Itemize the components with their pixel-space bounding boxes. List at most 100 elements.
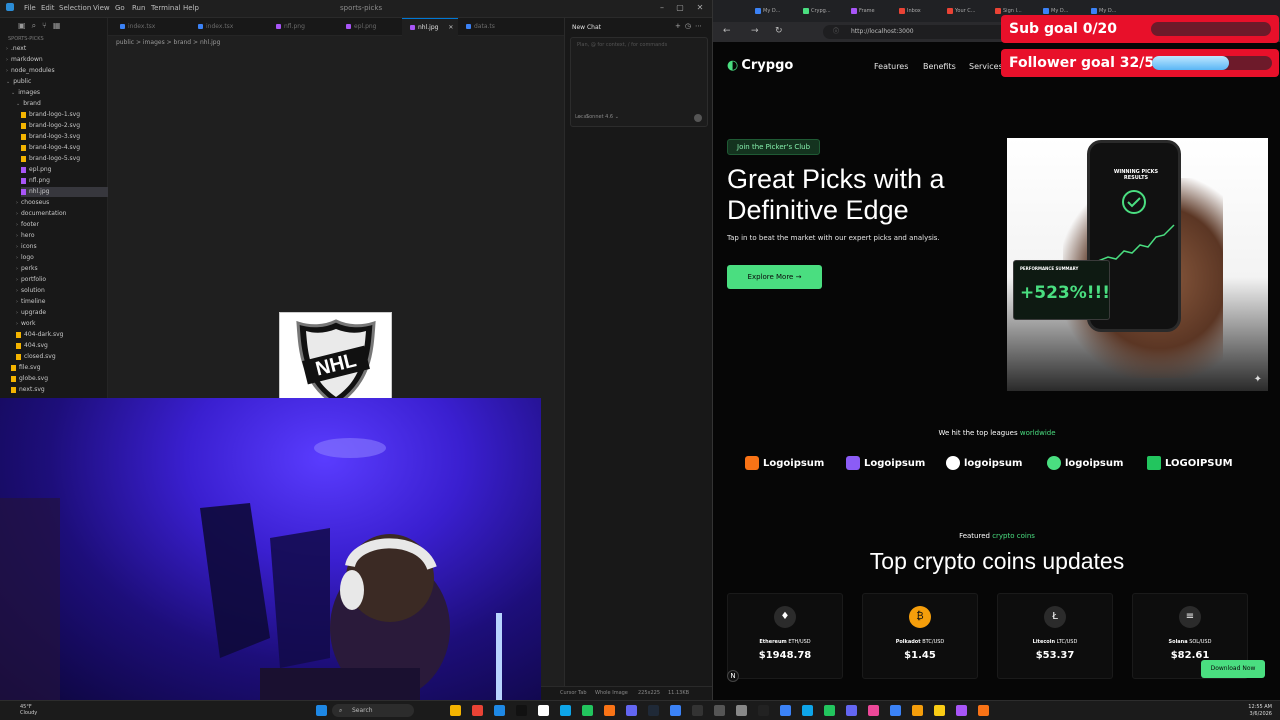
vlc-icon[interactable] (978, 705, 989, 716)
tree-file[interactable]: nhl.jpg (21, 187, 108, 197)
site-logo[interactable]: ◐ Crypgo (727, 58, 793, 73)
menu-help[interactable]: Help (183, 4, 199, 12)
cursor-icon[interactable] (516, 705, 527, 716)
maximize-icon[interactable]: ▢ (674, 3, 686, 14)
tree-file[interactable]: next.svg (11, 385, 108, 395)
tree-file[interactable]: nfl.png (21, 176, 108, 186)
tree-file[interactable]: 404-dark.svg (16, 330, 108, 340)
slack-icon[interactable] (956, 705, 967, 716)
brave-icon[interactable] (604, 705, 615, 716)
search-icon[interactable]: ⌕ (32, 21, 42, 30)
status-cursor-tab[interactable]: Cursor Tab (560, 690, 587, 696)
file-explorer-icon[interactable] (450, 705, 461, 716)
tree-folder[interactable]: › portfolio (16, 275, 108, 285)
calculator-icon[interactable] (714, 705, 725, 716)
chat-input-box[interactable]: Plan, @ for context, / for commands ∞ So… (570, 37, 708, 127)
tree-file[interactable]: brand-logo-1.svg (21, 110, 108, 120)
menu-file[interactable]: File (24, 4, 36, 12)
close-icon[interactable]: ✕ (694, 3, 706, 14)
tree-folder[interactable]: › footer (16, 220, 108, 230)
tree-folder[interactable]: › documentation (16, 209, 108, 219)
close-tab-icon[interactable]: ✕ (446, 24, 453, 31)
teams-icon[interactable] (846, 705, 857, 716)
nav-services[interactable]: Services (969, 62, 1003, 71)
terminal-icon[interactable] (692, 705, 703, 716)
obs-icon[interactable] (758, 705, 769, 716)
nav-benefits[interactable]: Benefits (923, 62, 956, 71)
forward-icon[interactable]: → (751, 26, 759, 36)
tree-file[interactable]: brand-logo-5.svg (21, 154, 108, 164)
menu-run[interactable]: Run (132, 4, 145, 12)
history-icon[interactable]: ◷ (685, 22, 695, 30)
tree-file[interactable]: brand-logo-3.svg (21, 132, 108, 142)
spotify-icon[interactable] (582, 705, 593, 716)
tree-file[interactable]: epl.png (21, 165, 108, 175)
editor-tab[interactable]: index.tsx (190, 18, 268, 36)
tree-folder[interactable]: › timeline (16, 297, 108, 307)
tree-folder[interactable]: › icons (16, 242, 108, 252)
source-control-icon[interactable]: ⑂ (42, 21, 53, 30)
photos-icon[interactable] (780, 705, 791, 716)
tree-folder[interactable]: › hero (16, 231, 108, 241)
windows-start-icon[interactable] (316, 705, 327, 716)
url-text[interactable]: http://localhost:3000 (851, 28, 914, 35)
weather-icon[interactable] (912, 705, 923, 716)
tree-folder[interactable]: › solution (16, 286, 108, 296)
tree-file[interactable]: file.svg (11, 363, 108, 373)
tree-file[interactable]: globe.svg (11, 374, 108, 384)
breadcrumb[interactable]: public > images > brand > nhl.jpg (116, 39, 220, 46)
tree-file[interactable]: brand-logo-2.svg (21, 121, 108, 131)
model-name[interactable]: Sonnet 4.6 (586, 114, 613, 120)
snipping-icon[interactable] (868, 705, 879, 716)
todo-icon[interactable] (890, 705, 901, 716)
menu-selection[interactable]: Selection (59, 4, 91, 12)
editor-tab[interactable]: epl.png (338, 18, 402, 36)
more-icon[interactable]: ⋯ (695, 22, 706, 30)
send-icon[interactable] (694, 114, 702, 122)
tree-folder[interactable]: › upgrade (16, 308, 108, 318)
editor-tab[interactable]: index.tsx (112, 18, 190, 36)
tree-folder[interactable]: ⌄ brand (16, 99, 108, 109)
browser-tab[interactable]: Your C... (945, 4, 991, 18)
tree-folder[interactable]: › node_modules (6, 66, 108, 76)
chat-local-label[interactable]: Local (575, 114, 588, 120)
tree-folder[interactable]: › work (16, 319, 108, 329)
edge-icon[interactable] (560, 705, 571, 716)
tree-folder[interactable]: ⌄ images (11, 88, 108, 98)
back-icon[interactable]: ← (723, 26, 731, 36)
browser-tab[interactable]: My D... (753, 4, 799, 18)
store-icon[interactable] (802, 705, 813, 716)
chrome-icon[interactable] (472, 705, 483, 716)
system-clock[interactable]: 12:55 AM 3/6/2026 (1248, 704, 1272, 718)
weather-widget[interactable]: 45°F Cloudy (20, 704, 37, 716)
tree-file[interactable]: 404.svg (16, 341, 108, 351)
nav-features[interactable]: Features (874, 62, 908, 71)
browser-tab[interactable]: Crypg... (801, 4, 847, 18)
tree-folder[interactable]: › logo (16, 253, 108, 263)
xbox-icon[interactable] (824, 705, 835, 716)
editor-tab[interactable]: nhl.jpg ✕ (402, 18, 458, 36)
reload-icon[interactable]: ↻ (775, 26, 783, 36)
files-icon[interactable]: ▣ (18, 21, 32, 30)
settings-icon[interactable] (736, 705, 747, 716)
minimize-icon[interactable]: – (656, 3, 668, 14)
tree-folder[interactable]: › chooseus (16, 198, 108, 208)
menu-terminal[interactable]: Terminal (151, 4, 181, 12)
extensions-icon[interactable]: ▦ (53, 21, 67, 30)
menu-go[interactable]: Go (115, 4, 125, 12)
tree-file[interactable]: closed.svg (16, 352, 108, 362)
coin-card[interactable]: Ł Litecoin LTC/USD $53.37 (997, 593, 1113, 679)
status-zoom[interactable]: Whole Image (595, 690, 628, 696)
tree-folder[interactable]: › .next (6, 44, 108, 54)
steam-icon[interactable] (648, 705, 659, 716)
discord-icon[interactable] (626, 705, 637, 716)
browser-tab[interactable]: Frame (849, 4, 895, 18)
explore-more-button[interactable]: Explore More → (727, 265, 822, 289)
nextjs-icon[interactable]: N (727, 670, 739, 682)
notion-icon[interactable] (538, 705, 549, 716)
menu-edit[interactable]: Edit (41, 4, 55, 12)
download-now-button[interactable]: Download Now (1201, 660, 1265, 678)
editor-tab[interactable]: nfl.png (268, 18, 338, 36)
tree-folder[interactable]: ⌄ public (6, 77, 108, 87)
mail-icon[interactable] (670, 705, 681, 716)
